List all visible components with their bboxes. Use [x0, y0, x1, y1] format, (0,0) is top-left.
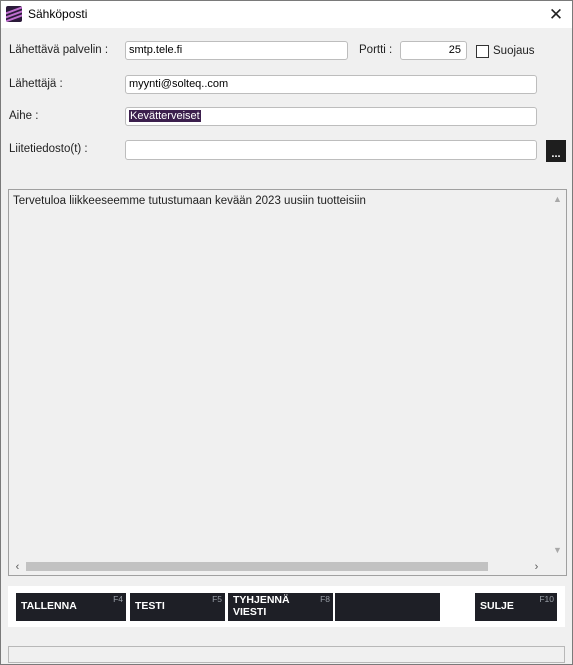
close-button-label: SULJE [480, 600, 514, 612]
close-button[interactable]: SULJE F10 [475, 593, 557, 621]
horizontal-scrollbar[interactable]: ‹ › [9, 558, 549, 575]
server-field[interactable]: smtp.tele.fi [125, 41, 348, 60]
save-button-label: TALLENNA [21, 600, 77, 612]
scroll-left-icon[interactable]: ‹ [9, 558, 26, 575]
title-bar: Sähköposti ✕ [1, 1, 572, 28]
close-button-key: F10 [539, 594, 554, 604]
scroll-down-icon[interactable]: ▼ [549, 541, 566, 558]
test-button-key: F5 [212, 594, 222, 604]
close-icon[interactable]: ✕ [540, 1, 572, 28]
browse-attachment-button[interactable]: ... [546, 140, 566, 162]
server-label: Lähettävä palvelin : [9, 44, 109, 56]
email-settings-form: Lähettävä palvelin : smtp.tele.fi Portti… [1, 28, 572, 172]
clear-message-button-label: TYHJENNÄ VIESTI [233, 594, 290, 618]
attachment-label: Liitetiedosto(t) : [9, 143, 88, 155]
subject-label: Aihe : [9, 110, 39, 122]
vertical-scrollbar[interactable]: ▲ ▼ [549, 190, 566, 558]
port-label: Portti : [359, 44, 393, 56]
empty-function-button[interactable] [335, 593, 440, 621]
subject-field[interactable]: Kevätterveiset [125, 107, 537, 126]
save-button-key: F4 [113, 594, 123, 604]
function-button-bar: TALLENNA F4 TESTI F5 TYHJENNÄ VIESTI F8 … [8, 586, 565, 627]
test-button-label: TESTI [135, 600, 165, 612]
horizontal-scroll-thumb[interactable] [26, 562, 488, 571]
security-label: Suojaus [493, 45, 535, 57]
email-dialog-window: Sähköposti ✕ Lähettävä palvelin : smtp.t… [0, 0, 573, 665]
clear-message-button[interactable]: TYHJENNÄ VIESTI F8 [228, 593, 333, 621]
save-button[interactable]: TALLENNA F4 [16, 593, 126, 621]
scroll-up-icon[interactable]: ▲ [549, 190, 566, 207]
message-body-text: Tervetuloa liikkeeseemme tutustumaan kev… [13, 195, 366, 207]
sender-label: Lähettäjä : [9, 78, 63, 90]
clear-message-button-key: F8 [320, 594, 330, 604]
status-bar [8, 646, 565, 663]
port-field[interactable]: 25 [400, 41, 467, 60]
app-logo-icon [6, 6, 22, 22]
test-button[interactable]: TESTI F5 [130, 593, 225, 621]
window-title: Sähköposti [28, 7, 88, 21]
scroll-right-icon[interactable]: › [528, 558, 545, 575]
scrollbar-corner [549, 558, 566, 575]
message-body-area[interactable]: Tervetuloa liikkeeseemme tutustumaan kev… [8, 189, 567, 576]
sender-field[interactable]: myynti@solteq..com [125, 75, 537, 94]
subject-selected-text: Kevätterveiset [129, 110, 201, 122]
attachment-field[interactable] [125, 140, 537, 160]
security-checkbox[interactable] [476, 45, 489, 58]
